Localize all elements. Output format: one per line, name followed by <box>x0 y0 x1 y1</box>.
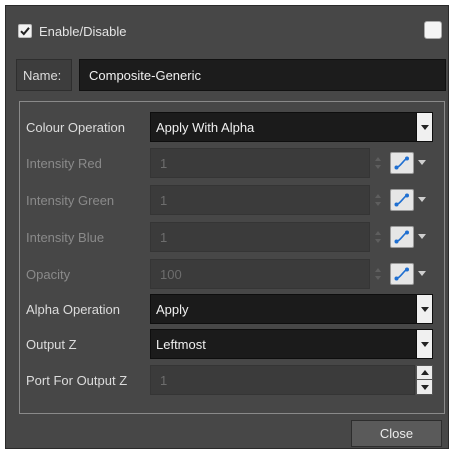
port-for-output-z-label: Port For Output Z <box>26 372 128 388</box>
function-curve-icon <box>394 193 409 207</box>
chevron-down-icon[interactable] <box>416 113 432 141</box>
enable-disable-row[interactable]: Enable/Disable <box>18 22 126 40</box>
alpha-operation-select[interactable]: Apply <box>150 294 433 324</box>
intensity-green-function-button[interactable] <box>390 189 414 211</box>
colour-operation-label: Colour Operation <box>26 119 125 135</box>
opacity-label: Opacity <box>26 266 71 282</box>
name-row: Name: Composite-Generic <box>16 59 446 91</box>
intensity-red-row: Intensity Red 1 <box>20 148 444 178</box>
colour-operation-select[interactable]: Apply With Alpha <box>150 112 433 142</box>
enable-checkbox[interactable] <box>18 24 32 38</box>
name-field[interactable]: Composite-Generic <box>79 59 446 91</box>
close-button[interactable]: Close <box>351 420 442 447</box>
function-curve-icon <box>394 267 409 281</box>
alpha-operation-label: Alpha Operation <box>26 301 120 317</box>
intensity-blue-field[interactable]: 1 <box>150 222 370 252</box>
chevron-down-icon[interactable] <box>416 295 432 323</box>
output-z-value: Leftmost <box>156 336 206 352</box>
checkmark-icon <box>20 27 30 36</box>
intensity-blue-spinner-icon[interactable] <box>375 230 381 244</box>
intensity-green-label: Intensity Green <box>26 192 115 208</box>
colour-operation-value: Apply With Alpha <box>156 119 255 135</box>
opacity-spinner-icon[interactable] <box>375 267 381 281</box>
port-for-output-z-stepper[interactable] <box>416 365 433 395</box>
alpha-operation-row: Alpha Operation Apply <box>20 294 444 324</box>
function-curve-icon <box>394 230 409 244</box>
intensity-green-row: Intensity Green 1 <box>20 185 444 215</box>
intensity-red-label: Intensity Red <box>26 155 102 171</box>
name-label: Name: <box>16 59 72 91</box>
stepper-up-icon[interactable] <box>417 366 432 380</box>
enable-disable-label: Enable/Disable <box>39 23 127 39</box>
chevron-down-icon[interactable] <box>418 234 426 240</box>
function-curve-icon <box>394 156 409 170</box>
output-z-row: Output Z Leftmost <box>20 329 444 359</box>
chevron-down-icon[interactable] <box>418 197 426 203</box>
node-color-swatch[interactable] <box>424 21 442 39</box>
opacity-row: Opacity 100 <box>20 259 444 289</box>
port-for-output-z-row: Port For Output Z 1 <box>20 365 444 395</box>
intensity-green-spinner-icon[interactable] <box>375 193 381 207</box>
port-for-output-z-field[interactable]: 1 <box>150 365 415 395</box>
intensity-red-spinner-icon[interactable] <box>375 156 381 170</box>
opacity-field[interactable]: 100 <box>150 259 370 289</box>
properties-group: Colour Operation Apply With Alpha Intens… <box>19 101 445 414</box>
stepper-down-icon[interactable] <box>417 380 432 394</box>
intensity-blue-row: Intensity Blue 1 <box>20 222 444 252</box>
chevron-down-icon[interactable] <box>418 271 426 277</box>
colour-operation-row: Colour Operation Apply With Alpha <box>20 112 444 142</box>
output-z-select[interactable]: Leftmost <box>150 329 433 359</box>
intensity-green-field[interactable]: 1 <box>150 185 370 215</box>
chevron-down-icon[interactable] <box>418 160 426 166</box>
opacity-function-button[interactable] <box>390 263 414 285</box>
intensity-red-field[interactable]: 1 <box>150 148 370 178</box>
chevron-down-icon[interactable] <box>416 330 432 358</box>
intensity-red-function-button[interactable] <box>390 152 414 174</box>
intensity-blue-label: Intensity Blue <box>26 229 105 245</box>
intensity-blue-function-button[interactable] <box>390 226 414 248</box>
output-z-label: Output Z <box>26 336 77 352</box>
composite-properties-dialog: Enable/Disable Name: Composite-Generic C… <box>5 5 449 449</box>
alpha-operation-value: Apply <box>156 301 189 317</box>
